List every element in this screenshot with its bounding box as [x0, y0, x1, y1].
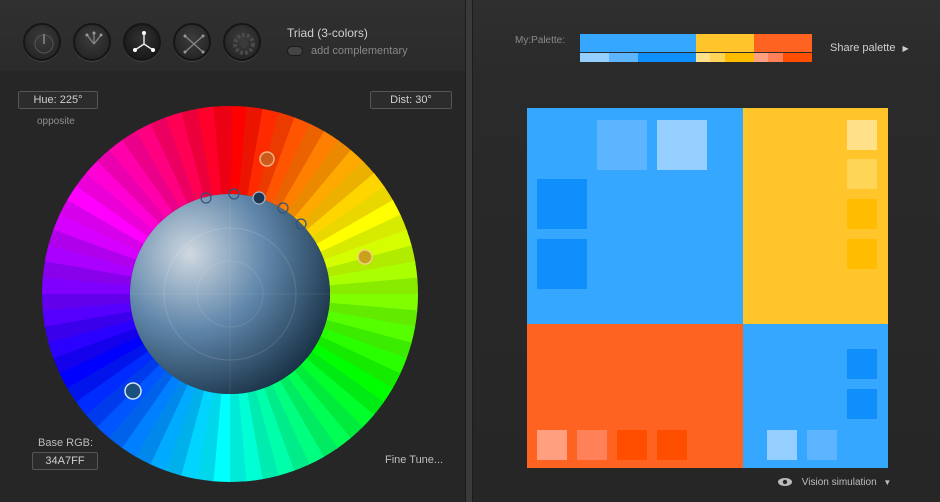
panel-divider[interactable]: [465, 0, 473, 502]
mono-mode-button[interactable]: [23, 23, 61, 61]
preview-swatch[interactable]: [847, 389, 877, 419]
palette-shade[interactable]: [754, 53, 768, 62]
preview-swatch[interactable]: [847, 349, 877, 379]
vision-simulation-label: Vision simulation: [801, 477, 877, 488]
analogic-mode-button[interactable]: [223, 23, 261, 61]
complement-icon: [85, 31, 103, 45]
palette-swatch-blue[interactable]: [580, 34, 696, 52]
palette-shade[interactable]: [710, 53, 725, 62]
palette-swatch-yellow[interactable]: [696, 34, 754, 52]
triad-marker-yellow[interactable]: [357, 249, 373, 265]
preview-swatch[interactable]: [807, 430, 837, 460]
chevron-right-icon: ▶: [902, 44, 909, 53]
palette-label: My:Palette:: [515, 35, 566, 46]
preview-area-yellow: [743, 108, 888, 324]
preview-swatch[interactable]: [847, 120, 877, 150]
preview-swatch[interactable]: [617, 430, 647, 460]
preview-swatch[interactable]: [767, 430, 797, 460]
preview-swatch[interactable]: [597, 120, 647, 170]
palette-preview: [527, 108, 888, 468]
triad-marker-orange[interactable]: [259, 151, 275, 167]
share-palette-button[interactable]: Share palette ▶: [830, 42, 909, 54]
palette-shade[interactable]: [580, 53, 609, 62]
palette-shade[interactable]: [638, 53, 696, 62]
palette-shade[interactable]: [783, 53, 812, 62]
preview-swatch[interactable]: [847, 199, 877, 229]
triad-marker-blue[interactable]: [124, 382, 142, 400]
preview-area-orange: [527, 324, 743, 468]
complementary-toggle-label: add complementary: [311, 45, 408, 57]
base-color-marker[interactable]: [252, 191, 266, 205]
base-rgb-input[interactable]: 34A7FF: [32, 452, 98, 470]
complement-mode-button[interactable]: [73, 23, 111, 61]
triad-mode-button[interactable]: [123, 23, 161, 61]
palette-shade[interactable]: [696, 53, 710, 62]
share-palette-label: Share palette: [830, 42, 896, 54]
palette-swatch-orange[interactable]: [754, 34, 812, 52]
fine-tune-button[interactable]: Fine Tune...: [385, 454, 443, 466]
complementary-toggle[interactable]: [287, 46, 303, 56]
tetrad-mode-button[interactable]: [173, 23, 211, 61]
chevron-down-icon: ▼: [883, 478, 892, 487]
palette-shade[interactable]: [609, 53, 638, 62]
tetrad-icon: [183, 34, 205, 54]
preview-swatch[interactable]: [537, 179, 587, 229]
preview-area-blue-small: [743, 324, 888, 468]
preview-swatch[interactable]: [657, 430, 687, 460]
preview-swatch[interactable]: [847, 159, 877, 189]
triad-icon: [133, 31, 155, 52]
palette-shade[interactable]: [725, 53, 754, 62]
base-rgb-label: Base RGB:: [38, 437, 94, 449]
palette-shade[interactable]: [768, 53, 783, 62]
vision-simulation-button[interactable]: Vision simulation ▼: [777, 477, 891, 488]
analogic-icon: [233, 33, 255, 55]
eye-icon: [778, 478, 792, 487]
preview-swatch[interactable]: [657, 120, 707, 170]
preview-swatch[interactable]: [847, 239, 877, 269]
palette-strip[interactable]: [580, 34, 812, 62]
color-wheel[interactable]: [42, 106, 418, 482]
mono-icon: [34, 34, 54, 54]
preview-swatch[interactable]: [537, 430, 567, 460]
preview-swatch[interactable]: [537, 239, 587, 289]
preview-area-blue: [527, 108, 743, 324]
preview-swatch[interactable]: [577, 430, 607, 460]
scheme-title: Triad (3-colors): [287, 26, 368, 40]
